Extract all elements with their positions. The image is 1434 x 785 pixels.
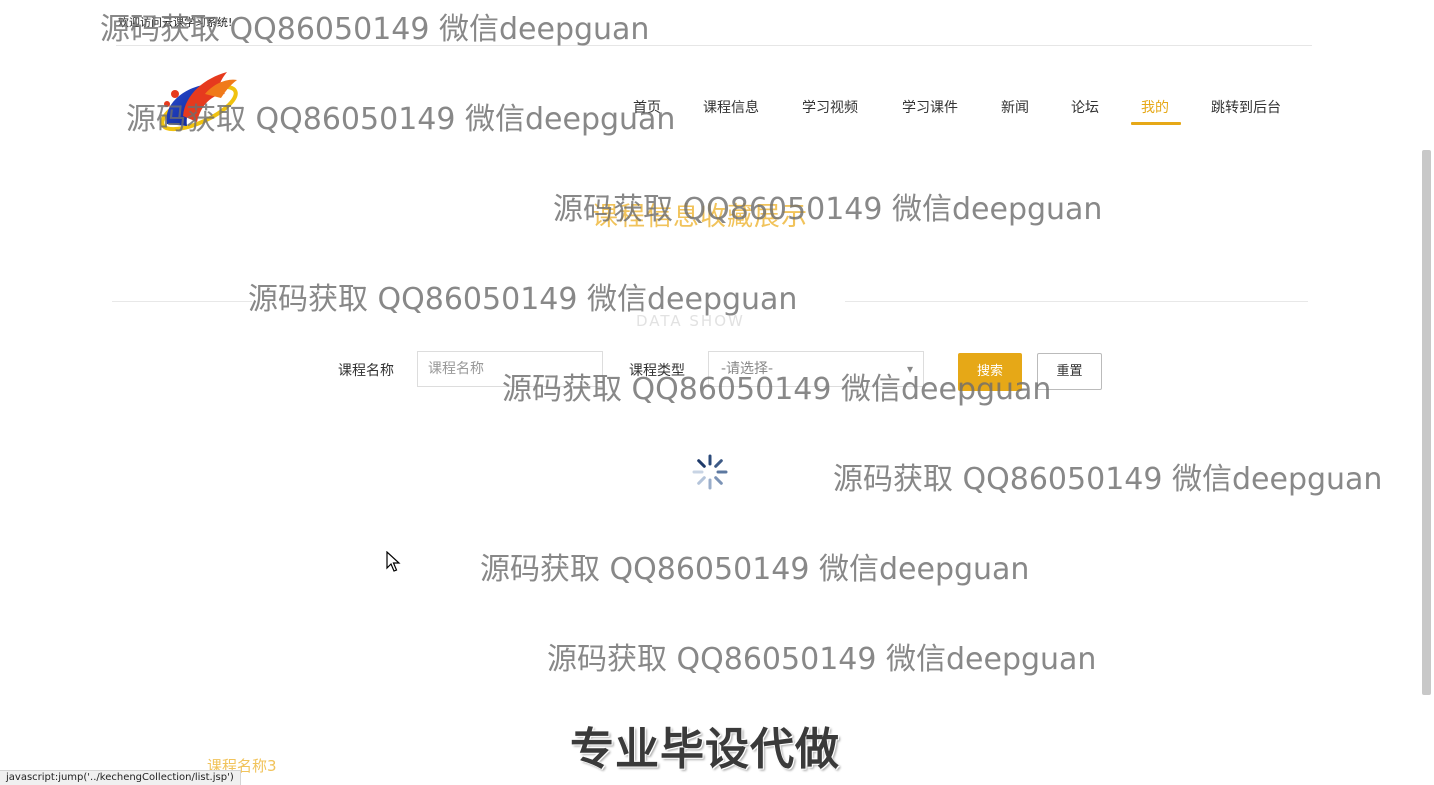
watermark-text: 源码获取 QQ86050149 微信deepguan [480, 552, 1030, 587]
nav-news[interactable]: 新闻 [1001, 97, 1029, 117]
nav-admin[interactable]: 跳转到后台 [1211, 97, 1281, 117]
nav-mine[interactable]: 我的 [1141, 97, 1169, 117]
section-divider-right [845, 301, 1308, 302]
nav-forum[interactable]: 论坛 [1071, 97, 1099, 117]
nav-course-info[interactable]: 课程信息 [703, 97, 759, 117]
loading-spinner-icon [690, 452, 730, 492]
course-name-label: 课程名称 [338, 363, 394, 379]
page-scrollbar[interactable] [1422, 150, 1431, 695]
watermark-text: 源码获取 QQ86050149 微信deepguan [126, 102, 676, 137]
nav-active-indicator [1131, 122, 1181, 125]
watermark-text: 源码获取 QQ86050149 微信deepguan [248, 282, 798, 317]
section-divider-left [112, 301, 252, 302]
nav-study-videos[interactable]: 学习视频 [802, 97, 858, 117]
watermark-text: 源码获取 QQ86050149 微信deepguan [100, 12, 650, 47]
nav-courseware[interactable]: 学习课件 [902, 97, 958, 117]
watermark-text: 源码获取 QQ86050149 微信deepguan [502, 372, 1052, 407]
watermark-text: 源码获取 QQ86050149 微信deepguan [833, 462, 1383, 497]
promo-watermark: 专业毕设代做 [570, 724, 840, 775]
watermark-text: 源码获取 QQ86050149 微信deepguan [553, 192, 1103, 227]
watermark-text: 源码获取 QQ86050149 微信deepguan [547, 642, 1097, 677]
browser-status-url: javascript:jump('../kechengCollection/li… [0, 770, 241, 785]
mouse-cursor-icon [386, 550, 402, 573]
